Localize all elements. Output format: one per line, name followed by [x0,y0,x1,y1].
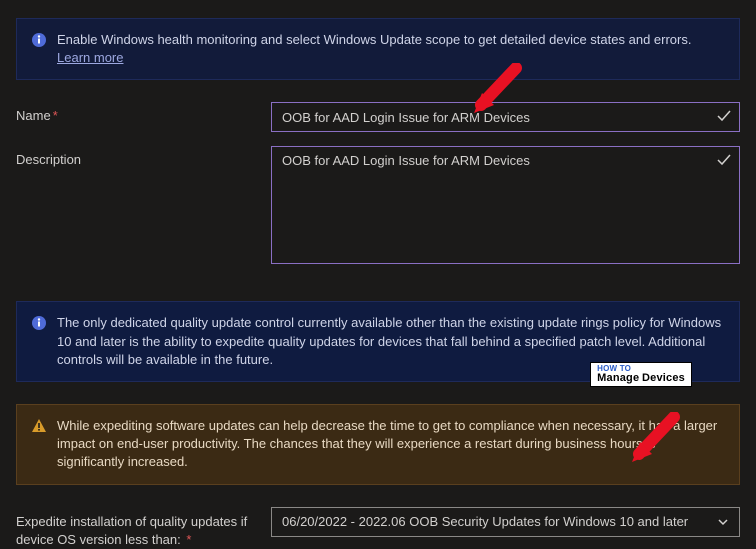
info-message: The only dedicated quality update contro… [57,315,721,366]
watermark-badge: HOW TO Manage Devices [590,362,692,387]
warning-icon [31,418,47,434]
expedite-selected: 06/20/2022 - 2022.06 OOB Security Update… [282,514,688,529]
info-message: Enable Windows health monitoring and sel… [57,32,691,47]
expedite-row: Expedite installation of quality updates… [16,507,740,549]
expedite-label-col: Expedite installation of quality updates… [16,507,271,549]
check-icon [716,108,732,124]
name-label: Name [16,108,51,123]
check-icon [716,152,732,168]
info-icon [31,32,47,48]
expedite-dropdown[interactable]: 06/20/2022 - 2022.06 OOB Security Update… [271,507,740,537]
required-asterisk: * [53,108,58,123]
name-input[interactable] [271,102,740,132]
info-icon [31,315,47,331]
watermark-main: Manage [597,372,639,384]
warning-text: While expediting software updates can he… [57,417,725,472]
name-label-col: Name* [16,102,271,123]
watermark-sub: Devices [642,372,685,384]
description-label: Description [16,152,81,167]
description-input[interactable]: OOB for AAD Login Issue for ARM Devices [271,146,740,264]
expedite-label: Expedite installation of quality updates… [16,514,247,547]
learn-more-link[interactable]: Learn more [57,50,123,65]
name-row: Name* [16,102,740,132]
description-label-col: Description [16,146,271,167]
info-text: The only dedicated quality update contro… [57,314,725,369]
warning-bar-expedite: While expediting software updates can he… [16,404,740,485]
description-row: Description OOB for AAD Login Issue for … [16,146,740,267]
info-text: Enable Windows health monitoring and sel… [57,31,725,67]
warning-message: While expediting software updates can he… [57,418,717,469]
chevron-down-icon [717,516,729,528]
required-asterisk: * [186,532,191,547]
info-bar-health-monitoring: Enable Windows health monitoring and sel… [16,18,740,80]
